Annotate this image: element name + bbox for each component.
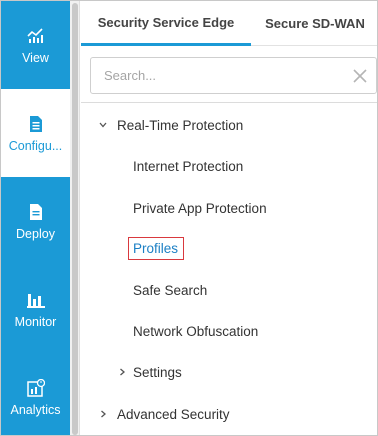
chevron-right-icon — [97, 408, 109, 420]
rail-item-analytics[interactable]: Analytics — [1, 353, 70, 435]
tree-item-settings[interactable]: Settings — [81, 357, 377, 387]
chevron-down-icon — [97, 119, 109, 131]
search-box — [90, 57, 377, 94]
tree-item-real-time-protection[interactable]: Real-Time Protection — [81, 110, 377, 140]
tree-item-internet-protection[interactable]: Internet Protection — [81, 151, 377, 181]
tab-bar: Security Service Edge Secure SD-WAN — [81, 1, 377, 46]
rail-item-label: Analytics — [10, 402, 61, 417]
tree-item-safe-search[interactable]: Safe Search — [81, 275, 377, 305]
rail-item-label: Deploy — [16, 226, 55, 241]
navigation-panel: Security Service Edge Secure SD-WAN Real… — [81, 1, 377, 435]
search-input[interactable] — [91, 58, 341, 93]
tree-item-label: Profiles — [128, 236, 185, 260]
rail-scrollbar-thumb[interactable] — [72, 3, 78, 435]
document-icon — [26, 202, 46, 222]
tree-item-advanced-security[interactable]: Advanced Security — [81, 399, 377, 429]
tab-secure-sd-wan[interactable]: Secure SD-WAN — [251, 1, 377, 46]
tree-item-label: Real-Time Protection — [117, 117, 244, 133]
divider — [81, 102, 377, 103]
tree-item-label: Advanced Security — [117, 406, 230, 422]
document-icon — [26, 114, 46, 134]
window: View Configu... Deploy Monitor Analytics… — [0, 0, 378, 436]
tree-item-network-obfuscation[interactable]: Network Obfuscation — [81, 316, 377, 346]
rail-item-label: View — [22, 50, 49, 65]
line-chart-icon — [26, 26, 46, 46]
rail-item-monitor[interactable]: Monitor — [1, 265, 70, 353]
tree-item-label: Settings — [133, 364, 182, 380]
chevron-right-icon — [116, 366, 128, 378]
rail-item-label: Monitor — [14, 314, 57, 329]
tree-item-label: Safe Search — [133, 282, 208, 298]
rail-scrollbar[interactable] — [70, 1, 80, 435]
analytics-icon — [26, 378, 46, 398]
rail-item-view[interactable]: View — [1, 1, 70, 89]
tree-item-label: Network Obfuscation — [133, 323, 259, 339]
tree-item-label: Private App Protection — [133, 200, 267, 216]
rail-item-deploy[interactable]: Deploy — [1, 177, 70, 265]
tree-item-profiles[interactable]: Profiles — [81, 233, 377, 263]
rail-item-label: Configu... — [8, 138, 63, 153]
left-nav-rail: View Configu... Deploy Monitor Analytics — [1, 1, 70, 435]
tab-security-service-edge[interactable]: Security Service Edge — [81, 1, 251, 46]
bar-chart-icon — [26, 290, 46, 310]
close-icon[interactable] — [350, 66, 370, 86]
tree-item-label: Internet Protection — [133, 158, 244, 174]
rail-item-configure[interactable]: Configu... — [1, 89, 70, 177]
tree-item-private-app-protection[interactable]: Private App Protection — [81, 193, 377, 223]
